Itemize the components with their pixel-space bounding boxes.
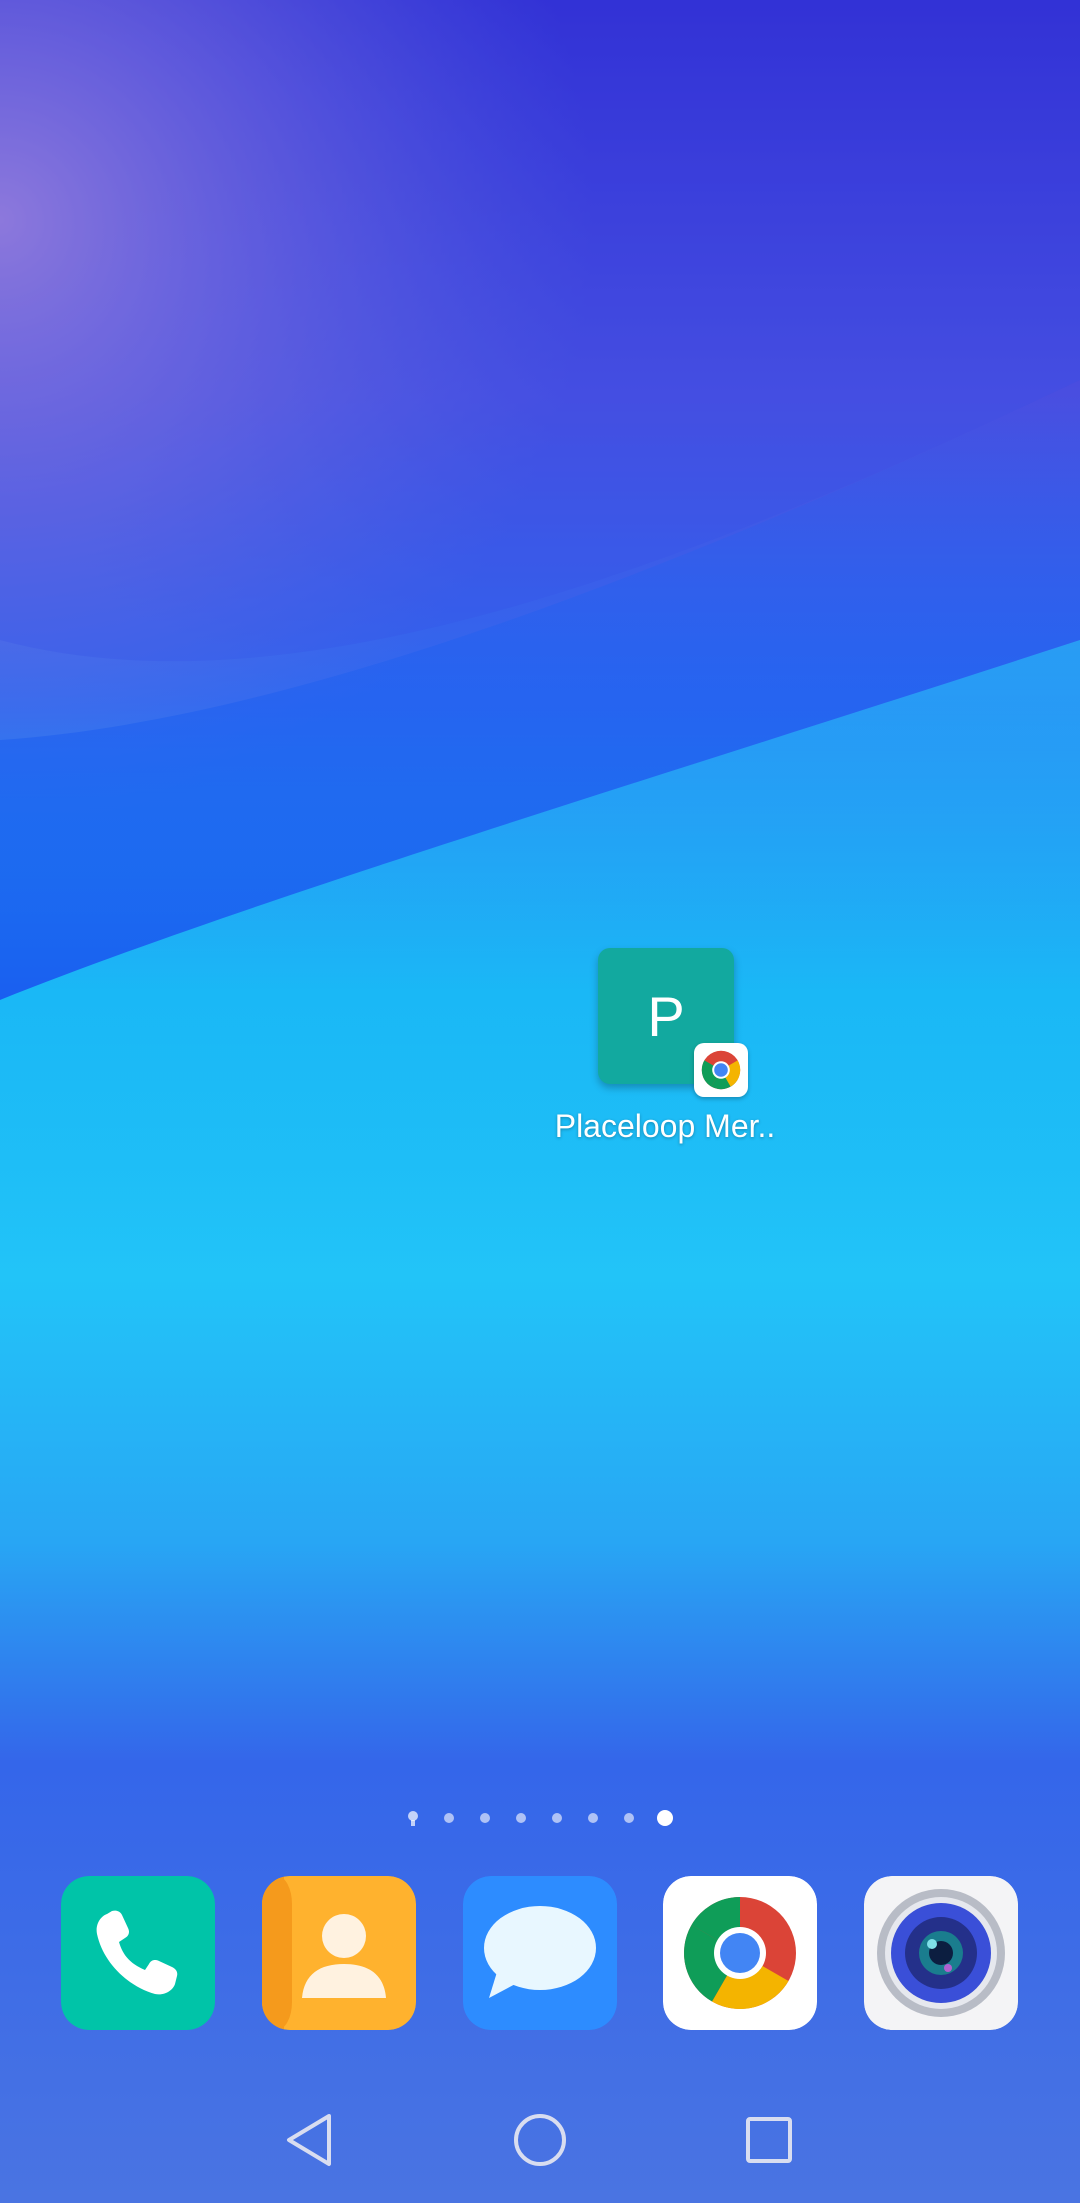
app-label: Placeloop Mer.. [554, 1108, 776, 1144]
back-icon[interactable] [259, 2090, 359, 2190]
lightbulb-icon [408, 1811, 418, 1826]
page-indicator[interactable] [0, 1806, 1080, 1830]
camera-app-icon[interactable] [864, 1876, 1018, 2030]
phone-app-icon[interactable] [61, 1876, 215, 2030]
page-dot [588, 1813, 598, 1823]
contacts-app-icon[interactable] [262, 1876, 416, 2030]
page-dot [552, 1813, 562, 1823]
chrome-app-icon[interactable] [663, 1876, 817, 2030]
page-dot [444, 1813, 454, 1823]
chrome-badge-icon [694, 1043, 748, 1097]
home-icon[interactable] [490, 2090, 590, 2190]
page-dot [480, 1813, 490, 1823]
page-dot [516, 1813, 526, 1823]
navigation-bar [0, 2090, 1080, 2190]
page-dot [624, 1813, 634, 1823]
app-shortcut-placeloop[interactable]: P Placeloop Mer.. [540, 940, 790, 1160]
messages-app-icon[interactable] [463, 1876, 617, 2030]
dock [0, 1876, 1080, 2032]
recents-icon[interactable] [719, 2090, 819, 2190]
app-letter: P [647, 984, 685, 1048]
page-dot-active [657, 1810, 673, 1826]
